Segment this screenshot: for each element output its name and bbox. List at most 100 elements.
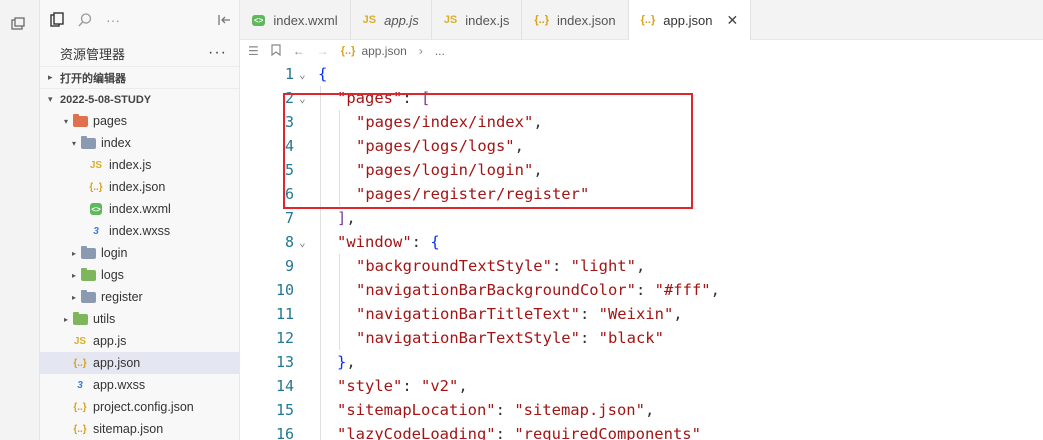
tree-item[interactable]: {..} app.json	[40, 352, 239, 374]
code-line[interactable]: 10 "navigationBarBackgroundColor": "#fff"…	[240, 278, 1043, 302]
tree-item[interactable]: {..} project.config.json	[40, 396, 239, 418]
code-text: "pages/logs/logs",	[356, 137, 524, 155]
code-text: },	[337, 353, 356, 371]
code-text: "window": {	[337, 233, 440, 251]
code-line[interactable]: 16 "lazyCodeLoading": "requiredComponents…	[240, 422, 1043, 440]
line-number: 6	[284, 185, 294, 203]
code-line[interactable]: 4 "pages/logs/logs",	[240, 134, 1043, 158]
tree-item[interactable]: ▸ login	[40, 242, 239, 264]
indent-guide	[320, 86, 321, 440]
code-text: "pages/register/register"	[356, 185, 590, 203]
bookmark-icon[interactable]	[271, 43, 281, 59]
tree-item[interactable]: {..} index.json	[40, 176, 239, 198]
project-label: 2022-5-08-STUDY	[60, 93, 152, 106]
code-text: "backgroundTextStyle": "light",	[356, 257, 646, 275]
code-line[interactable]: 2 ⌄ "pages": [	[240, 86, 1043, 110]
tree-item[interactable]: JS index.js	[40, 154, 239, 176]
code-line[interactable]: 8 ⌄ "window": {	[240, 230, 1043, 254]
code-line[interactable]: 6 "pages/register/register"	[240, 182, 1043, 206]
tree-item[interactable]: ▾ index	[40, 132, 239, 154]
tree-item-label: logs	[101, 268, 124, 282]
js-file-icon: JS	[73, 335, 87, 347]
wxml-file-icon: <>	[252, 14, 266, 26]
tree-item[interactable]: ▾ pages	[40, 110, 239, 132]
code-text: "pages": [	[337, 89, 431, 107]
back-arrow-icon[interactable]: ←	[293, 44, 305, 58]
editor-tab[interactable]: {..} index.json	[522, 0, 629, 40]
collapse-sidebar-icon[interactable]	[215, 11, 233, 29]
breadcrumb-file[interactable]: app.json	[361, 44, 406, 58]
chevron-right-icon: ▸	[71, 292, 76, 302]
json-file-icon: {..}	[89, 181, 103, 193]
line-number: 14	[275, 377, 294, 395]
tree-item[interactable]: <> index.wxml	[40, 198, 239, 220]
tree-item[interactable]: {..} sitemap.json	[40, 418, 239, 440]
code-text: "sitemapLocation": "sitemap.json",	[337, 401, 655, 419]
code-text: "navigationBarBackgroundColor": "#fff",	[356, 281, 720, 299]
line-number: 9	[284, 257, 294, 275]
forward-arrow-icon[interactable]: →	[317, 44, 329, 58]
chevron-down-icon: ▾	[63, 116, 68, 126]
editor-tab[interactable]: {..} app.json ✕	[628, 0, 752, 40]
tree-item[interactable]: 3 index.wxss	[40, 220, 239, 242]
code-line[interactable]: 11 "navigationBarTitleText": "Weixin",	[240, 302, 1043, 326]
line-number: 15	[275, 401, 294, 419]
open-editors-label: 打开的编辑器	[60, 72, 126, 85]
explorer-sidebar: ··· 资源管理器 ··· ▸ 打开的编辑器 ▾ 2022-5-08-STUDY…	[40, 0, 240, 440]
project-section[interactable]: ▾ 2022-5-08-STUDY	[40, 88, 239, 110]
fold-chevron-icon[interactable]: ⌄	[299, 68, 306, 81]
wxss-file-icon: 3	[77, 379, 83, 391]
breadcrumb-rest[interactable]: ...	[435, 44, 445, 58]
fold-chevron-icon[interactable]: ⌄	[299, 236, 306, 249]
line-number: 3	[284, 113, 294, 131]
more-icon[interactable]: ···	[104, 11, 122, 29]
code-line[interactable]: 14 "style": "v2",	[240, 374, 1043, 398]
activity-bar	[0, 0, 40, 440]
list-icon[interactable]: ☰	[248, 44, 259, 58]
tree-item[interactable]: 3 app.wxss	[40, 374, 239, 396]
tree-item-label: app.js	[93, 334, 127, 348]
editor-tab[interactable]: JS index.js	[432, 0, 523, 40]
explorer-icon[interactable]	[48, 11, 66, 29]
code-line[interactable]: 5 "pages/login/login",	[240, 158, 1043, 182]
code-line[interactable]: 3 "pages/index/index",	[240, 110, 1043, 134]
tree-item[interactable]: ▸ register	[40, 286, 239, 308]
code-line[interactable]: 7],	[240, 206, 1043, 230]
line-number: 8	[284, 233, 294, 251]
editor-tab[interactable]: JS app.js	[351, 0, 432, 40]
tree-item-label: register	[101, 290, 143, 304]
folder-shape	[80, 289, 96, 303]
explorer-more-button[interactable]: ···	[208, 44, 227, 62]
wxml-file-icon: <>	[90, 203, 102, 215]
folder-icon	[72, 311, 88, 326]
line-number: 5	[284, 161, 294, 179]
editor-tab[interactable]: <> index.wxml	[240, 0, 351, 40]
code-text: "navigationBarTitleText": "Weixin",	[356, 305, 683, 323]
open-editors-section[interactable]: ▸ 打开的编辑器	[40, 66, 239, 88]
code-line[interactable]: 12 "navigationBarTextStyle": "black"	[240, 326, 1043, 350]
chevron-right-icon: ▸	[48, 72, 53, 82]
window-icon[interactable]	[10, 16, 28, 34]
close-icon[interactable]: ✕	[726, 12, 738, 29]
code-editor[interactable]: 1 ⌄ { 2 ⌄ "pages": [ 3 "pages/index/index", 4 "pa…	[240, 62, 1043, 440]
tree-item-label: utils	[93, 312, 116, 326]
tree-item[interactable]: ▸ utils	[40, 308, 239, 330]
tree-item[interactable]: JS app.js	[40, 330, 239, 352]
json-file-icon: {..}	[73, 357, 87, 369]
code-line[interactable]: 13},	[240, 350, 1043, 374]
line-number: 10	[275, 281, 294, 299]
code-line[interactable]: 15 "sitemapLocation": "sitemap.json",	[240, 398, 1043, 422]
code-line[interactable]: 9 "backgroundTextStyle": "light",	[240, 254, 1043, 278]
line-number: 2	[284, 89, 294, 107]
search-icon[interactable]	[76, 11, 94, 29]
line-number: 4	[284, 137, 294, 155]
tree-item-label: app.json	[93, 356, 141, 370]
line-number: 13	[275, 353, 294, 371]
folder-icon	[72, 113, 88, 128]
tree-item[interactable]: ▸ logs	[40, 264, 239, 286]
code-line[interactable]: 1 ⌄ {	[240, 62, 1043, 86]
fold-chevron-icon[interactable]: ⌄	[299, 92, 306, 105]
tree-item-label: sitemap.json	[93, 422, 164, 436]
tree-item-label: login	[101, 246, 128, 260]
json-file-icon: {..}	[640, 14, 656, 26]
